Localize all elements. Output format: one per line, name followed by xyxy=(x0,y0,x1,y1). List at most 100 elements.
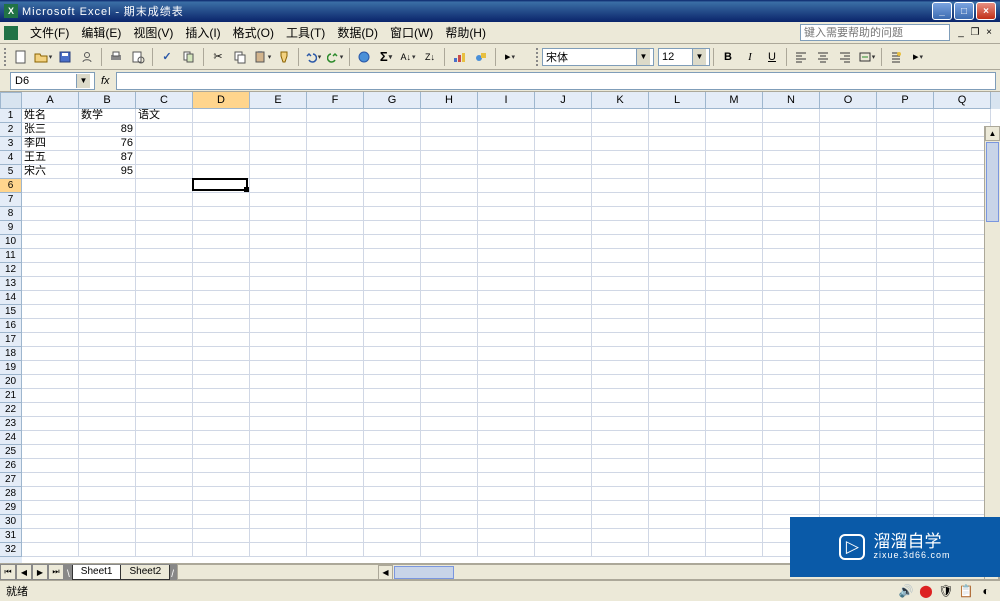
cell-B28[interactable] xyxy=(79,487,136,501)
cell-M9[interactable] xyxy=(706,221,763,235)
cell-J3[interactable] xyxy=(535,137,592,151)
cell-B26[interactable] xyxy=(79,459,136,473)
cell-Q13[interactable] xyxy=(934,277,991,291)
cell-E9[interactable] xyxy=(250,221,307,235)
cell-J7[interactable] xyxy=(535,193,592,207)
row-header-25[interactable]: 25 xyxy=(0,445,22,459)
cell-H24[interactable] xyxy=(421,431,478,445)
cell-D21[interactable] xyxy=(193,389,250,403)
cell-E21[interactable] xyxy=(250,389,307,403)
cell-O13[interactable] xyxy=(820,277,877,291)
cell-G4[interactable] xyxy=(364,151,421,165)
cell-A26[interactable] xyxy=(22,459,79,473)
cell-C29[interactable] xyxy=(136,501,193,515)
vertical-scrollbar[interactable]: ▲ ▼ xyxy=(984,126,1000,563)
cell-J12[interactable] xyxy=(535,263,592,277)
hscroll-thumb[interactable] xyxy=(394,566,454,579)
cell-K5[interactable] xyxy=(592,165,649,179)
cell-P1[interactable] xyxy=(877,109,934,123)
cell-N26[interactable] xyxy=(763,459,820,473)
row-header-6[interactable]: 6 xyxy=(0,179,22,193)
toolbar-options-button[interactable]: ▸ xyxy=(500,47,520,67)
cell-E8[interactable] xyxy=(250,207,307,221)
cell-K6[interactable] xyxy=(592,179,649,193)
cell-I19[interactable] xyxy=(478,361,535,375)
cell-G28[interactable] xyxy=(364,487,421,501)
cell-D29[interactable] xyxy=(193,501,250,515)
cell-H19[interactable] xyxy=(421,361,478,375)
cell-E17[interactable] xyxy=(250,333,307,347)
cell-K1[interactable] xyxy=(592,109,649,123)
cell-I13[interactable] xyxy=(478,277,535,291)
cell-O29[interactable] xyxy=(820,501,877,515)
cell-H28[interactable] xyxy=(421,487,478,501)
cell-O10[interactable] xyxy=(820,235,877,249)
cell-E5[interactable] xyxy=(250,165,307,179)
cell-H20[interactable] xyxy=(421,375,478,389)
cell-O5[interactable] xyxy=(820,165,877,179)
cell-F11[interactable] xyxy=(307,249,364,263)
cell-P8[interactable] xyxy=(877,207,934,221)
cell-Q16[interactable] xyxy=(934,319,991,333)
cell-G20[interactable] xyxy=(364,375,421,389)
cell-O21[interactable] xyxy=(820,389,877,403)
cell-Q3[interactable] xyxy=(934,137,991,151)
cell-I25[interactable] xyxy=(478,445,535,459)
cell-P22[interactable] xyxy=(877,403,934,417)
column-header-D[interactable]: D xyxy=(193,92,250,109)
cell-D26[interactable] xyxy=(193,459,250,473)
save-button[interactable] xyxy=(55,47,75,67)
cell-N20[interactable] xyxy=(763,375,820,389)
cell-A4[interactable]: 王五 xyxy=(22,151,79,165)
cell-F18[interactable] xyxy=(307,347,364,361)
cell-K21[interactable] xyxy=(592,389,649,403)
cell-G6[interactable] xyxy=(364,179,421,193)
cell-P17[interactable] xyxy=(877,333,934,347)
cell-E2[interactable] xyxy=(250,123,307,137)
cell-H23[interactable] xyxy=(421,417,478,431)
cell-E1[interactable] xyxy=(250,109,307,123)
cell-C14[interactable] xyxy=(136,291,193,305)
cell-I28[interactable] xyxy=(478,487,535,501)
cell-C4[interactable] xyxy=(136,151,193,165)
cell-M25[interactable] xyxy=(706,445,763,459)
cell-F25[interactable] xyxy=(307,445,364,459)
formula-bar[interactable] xyxy=(116,72,996,90)
cell-B15[interactable] xyxy=(79,305,136,319)
row-header-10[interactable]: 10 xyxy=(0,235,22,249)
cell-J18[interactable] xyxy=(535,347,592,361)
cell-L26[interactable] xyxy=(649,459,706,473)
cell-B4[interactable]: 87 xyxy=(79,151,136,165)
cell-J17[interactable] xyxy=(535,333,592,347)
cell-A30[interactable] xyxy=(22,515,79,529)
cell-Q19[interactable] xyxy=(934,361,991,375)
cell-N8[interactable] xyxy=(763,207,820,221)
cell-N6[interactable] xyxy=(763,179,820,193)
sheet-nav-next-button[interactable]: ▶ xyxy=(32,564,48,580)
cell-L5[interactable] xyxy=(649,165,706,179)
cell-F9[interactable] xyxy=(307,221,364,235)
cell-A18[interactable] xyxy=(22,347,79,361)
cell-F1[interactable] xyxy=(307,109,364,123)
row-header-19[interactable]: 19 xyxy=(0,361,22,375)
cell-L6[interactable] xyxy=(649,179,706,193)
column-header-E[interactable]: E xyxy=(250,92,307,109)
cell-H25[interactable] xyxy=(421,445,478,459)
cell-Q11[interactable] xyxy=(934,249,991,263)
cell-F31[interactable] xyxy=(307,529,364,543)
column-header-O[interactable]: O xyxy=(820,92,877,109)
row-header-29[interactable]: 29 xyxy=(0,501,22,515)
cell-F5[interactable] xyxy=(307,165,364,179)
cell-O27[interactable] xyxy=(820,473,877,487)
cell-K24[interactable] xyxy=(592,431,649,445)
cell-G27[interactable] xyxy=(364,473,421,487)
cell-D12[interactable] xyxy=(193,263,250,277)
help-search-input[interactable] xyxy=(800,24,950,41)
font-name-combo[interactable]: 宋体 ▼ xyxy=(542,48,654,66)
cell-J22[interactable] xyxy=(535,403,592,417)
cell-P24[interactable] xyxy=(877,431,934,445)
cell-L4[interactable] xyxy=(649,151,706,165)
cell-F30[interactable] xyxy=(307,515,364,529)
autosum-button[interactable]: Σ xyxy=(376,47,396,67)
cell-D5[interactable] xyxy=(193,165,250,179)
